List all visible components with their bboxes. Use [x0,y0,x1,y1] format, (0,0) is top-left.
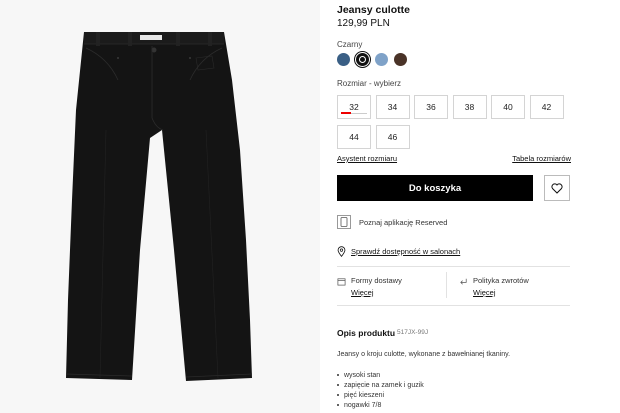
phone-icon [337,215,351,229]
app-promo[interactable]: Poznaj aplikację Reserved [337,215,447,229]
divider [446,272,447,298]
app-promo-text: Poznaj aplikację Reserved [359,217,448,227]
color-swatch-light-blue[interactable] [375,53,388,66]
store-availability-link[interactable]: Sprawdź dostępność w salonach [337,246,460,257]
wishlist-button[interactable] [544,175,570,201]
size-table-link[interactable]: Tabela rozmiarów [512,154,571,163]
size-assistant-link[interactable]: Asystent rozmiaru [337,154,397,163]
size-option-label: 34 [387,102,398,112]
size-option-label: 38 [464,102,475,112]
product-code: 517JX-99J [397,329,429,336]
bullet-icon [337,404,339,406]
bullet-icon [337,394,339,396]
color-swatch-blue-denim[interactable] [337,53,350,66]
size-option-label: 46 [387,132,398,142]
feature-text: pięć kieszeni [344,391,385,399]
feature-text: nogawki 7/8 [344,401,382,409]
size-option-36[interactable]: 36 [414,95,448,119]
size-option-38[interactable]: 38 [452,95,487,119]
size-option-44[interactable]: 44 [337,125,371,149]
low-stock-indicator [341,112,351,114]
stock-bar-track [351,113,367,114]
product-title: Jeansy culotte [337,4,410,16]
size-option-42[interactable]: 42 [529,95,564,119]
location-pin-icon [337,246,346,257]
size-option-label: 40 [503,102,513,112]
size-select-label: Rozmiar - wybierz [337,79,402,88]
size-option-label: 42 [541,102,552,112]
feature-text: wysoki stan [344,371,381,379]
delivery-label: Formy dostawy [351,276,402,285]
feature-item: wysoki stan [337,370,424,380]
size-option-46[interactable]: 46 [375,125,410,149]
returns-label: Polityka zwrotów [473,276,529,285]
box-icon [337,278,346,286]
return-arrow-icon [460,278,467,285]
color-name-label: Czarny [337,40,363,49]
color-swatches [337,51,407,68]
description-text: Jeansy o kroju culotte, wykonane z baweł… [337,351,511,358]
size-option-40[interactable]: 40 [491,95,525,119]
returns-more-link[interactable]: Więcej [473,288,496,297]
product-image-gallery[interactable] [0,0,320,413]
size-option-32[interactable]: 32 [337,95,371,119]
color-swatch-brown[interactable] [394,53,407,66]
feature-item: zapięcie na zamek i guzik [337,380,424,390]
description-title: Opis produktu [337,328,396,338]
feature-item: pięć kieszeni [337,390,424,400]
store-availability-text: Sprawdź dostępność w salonach [351,247,461,256]
size-option-34[interactable]: 34 [375,95,410,119]
divider [337,305,570,306]
bullet-icon [337,384,339,386]
color-swatch-black[interactable] [354,51,371,68]
selected-indicator [359,56,366,63]
bullet-icon [337,374,339,376]
size-option-label: 36 [426,102,436,112]
product-price: 129,99 PLN [337,18,390,29]
delivery-more-link[interactable]: Więcej [351,288,374,297]
feature-text: zapięcie na zamek i guzik [344,381,424,389]
feature-list: wysoki stan zapięcie na zamek i guzik pięć… [337,370,424,410]
size-option-label: 44 [349,132,359,142]
size-option-label: 32 [349,102,359,112]
feature-item: nogawki 7/8 [337,400,424,410]
divider [337,266,570,267]
product-image-jeans [0,0,320,413]
product-details-panel: Jeansy culotte 129,99 PLN Czarny Rozmiar… [337,0,577,413]
heart-icon [551,182,563,194]
add-to-cart-button[interactable]: Do koszyka [337,175,533,201]
